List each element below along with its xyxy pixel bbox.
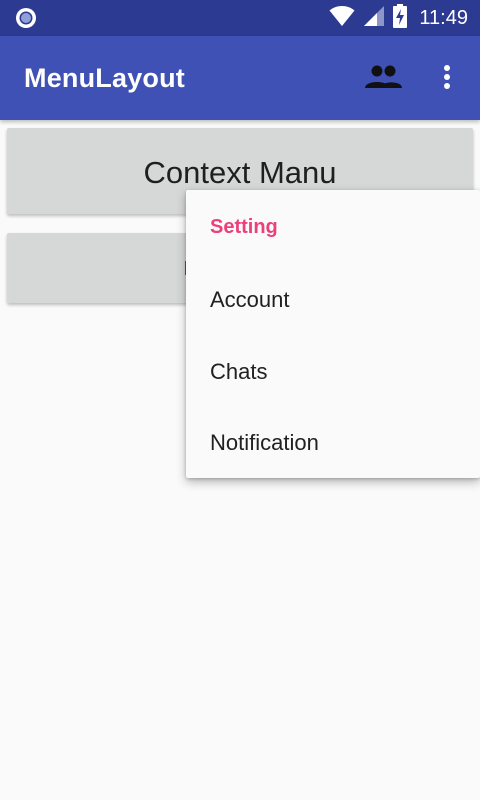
circle-notification-icon xyxy=(14,6,38,30)
status-bar: 11:49 xyxy=(0,0,480,36)
battery-charging-icon xyxy=(393,3,408,33)
menu-item-chats[interactable]: Chats xyxy=(210,359,267,385)
people-icon[interactable] xyxy=(364,62,404,94)
menu-header-setting: Setting xyxy=(210,216,278,238)
signal-icon xyxy=(363,5,385,32)
wifi-icon xyxy=(329,5,355,32)
overflow-menu-icon[interactable] xyxy=(432,60,462,96)
status-time: 11:49 xyxy=(419,6,468,29)
app-title: MenuLayout xyxy=(24,63,185,93)
menu-item-account[interactable]: Account xyxy=(210,287,290,313)
menu-item-notification[interactable]: Notification xyxy=(210,430,319,456)
app-bar: MenuLayout xyxy=(0,36,480,120)
status-icons: 11:49 xyxy=(329,0,468,36)
popup-menu: Setting Account Chats Notification xyxy=(186,190,480,478)
